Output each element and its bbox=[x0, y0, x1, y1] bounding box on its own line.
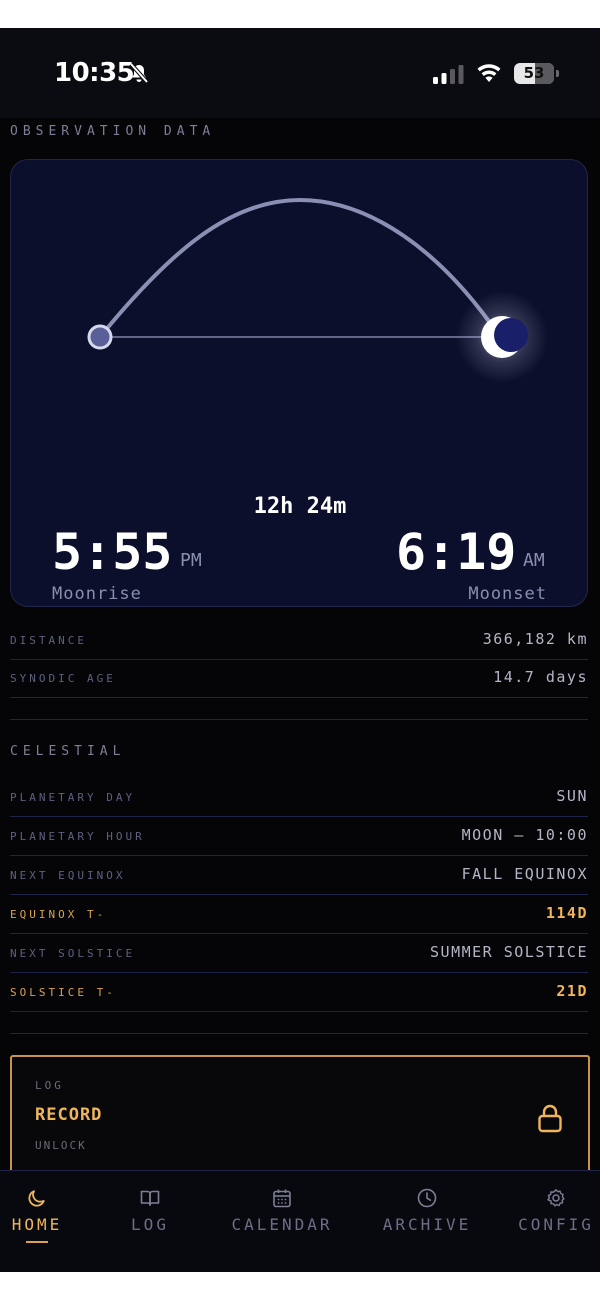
battery-indicator: 53 bbox=[514, 63, 554, 84]
log-card-title: RECORD bbox=[35, 1105, 103, 1125]
moon-visible-duration: 12h 24m bbox=[253, 494, 347, 519]
nav-label: ARCHIVE bbox=[382, 1215, 472, 1234]
celestial-row-planetary-day: PLANETARY DAY SUN bbox=[10, 779, 588, 817]
nav-label: CALENDAR bbox=[231, 1215, 333, 1234]
celestial-row-next-solstice: NEXT SOLSTICE SUMMER SOLSTICE bbox=[10, 935, 588, 973]
celestial-label: NEXT SOLSTICE bbox=[10, 947, 136, 960]
celestial-label: NEXT EQUINOX bbox=[10, 869, 126, 882]
nav-log[interactable]: LOG bbox=[110, 1171, 190, 1272]
moon-path-arc bbox=[98, 197, 502, 339]
celestial-label: SOLSTICE T- bbox=[10, 986, 116, 999]
metric-label: DISTANCE bbox=[10, 634, 87, 647]
moonset-label: Moonset bbox=[468, 584, 547, 604]
moon-shadow bbox=[494, 318, 528, 352]
celestial-value: 114D bbox=[545, 904, 588, 922]
moon-arc-card: 12h 24m 5:55 PM Moonrise 6:19 AM Moonset bbox=[10, 159, 588, 607]
status-bar: 10:35 53 bbox=[0, 28, 600, 118]
metric-value: 14.7 days bbox=[493, 668, 588, 686]
section-divider bbox=[10, 1033, 588, 1034]
nav-calendar[interactable]: CALENDAR bbox=[222, 1171, 342, 1272]
celestial-row-next-equinox: NEXT EQUINOX FALL EQUINOX bbox=[10, 857, 588, 895]
nav-config[interactable]: CONFIG bbox=[512, 1171, 600, 1272]
moonrise-point bbox=[87, 324, 113, 350]
moonset-time: 6:19 bbox=[396, 523, 517, 581]
battery-tip bbox=[556, 70, 559, 77]
moonrise-label: Moonrise bbox=[52, 584, 142, 604]
clock-icon bbox=[417, 1188, 437, 1208]
celestial-value: SUMMER SOLSTICE bbox=[430, 943, 588, 961]
nav-archive[interactable]: ARCHIVE bbox=[376, 1171, 478, 1272]
observation-section-title: OBSERVATION DATA bbox=[10, 124, 216, 139]
metric-row-distance: DISTANCE 366,182 km bbox=[10, 622, 588, 660]
celestial-value: FALL EQUINOX bbox=[461, 865, 588, 883]
section-divider bbox=[10, 719, 588, 720]
celestial-value: MOON — 10:00 bbox=[461, 826, 588, 844]
lock-icon bbox=[538, 1104, 562, 1133]
status-time: 10:35 bbox=[54, 58, 135, 88]
moon-icon bbox=[28, 1190, 45, 1207]
celestial-row-solstice-countdown: SOLSTICE T- 21D bbox=[10, 974, 588, 1012]
book-icon bbox=[140, 1190, 160, 1206]
metric-row-synodic-age: SYNODIC AGE 14.7 days bbox=[10, 660, 588, 698]
nav-label: LOG bbox=[131, 1215, 169, 1234]
battery-percent: 53 bbox=[523, 64, 545, 82]
celestial-label: PLANETARY HOUR bbox=[10, 830, 145, 843]
bottom-navigation: HOME LOG CALENDAR ARCHIVE CONFIG bbox=[0, 1170, 600, 1272]
wifi-icon bbox=[477, 64, 501, 82]
moonrise-time: 5:55 bbox=[52, 523, 173, 581]
log-card-subtitle: UNLOCK bbox=[35, 1139, 87, 1152]
moonrise-ampm: PM bbox=[180, 550, 202, 571]
bell-muted-icon bbox=[129, 62, 149, 84]
celestial-row-planetary-hour: PLANETARY HOUR MOON — 10:00 bbox=[10, 818, 588, 856]
gear-icon bbox=[547, 1189, 565, 1207]
cellular-signal-icon bbox=[433, 65, 464, 84]
celestial-label: PLANETARY DAY bbox=[10, 791, 136, 804]
nav-active-indicator bbox=[26, 1241, 48, 1243]
nav-label: HOME bbox=[11, 1215, 63, 1234]
log-card-kicker: LOG bbox=[35, 1079, 64, 1092]
moonset-ampm: AM bbox=[523, 550, 545, 571]
nav-home[interactable]: HOME bbox=[0, 1171, 74, 1272]
celestial-value: SUN bbox=[556, 787, 588, 805]
nav-label: CONFIG bbox=[518, 1215, 594, 1234]
celestial-section-title: CELESTIAL bbox=[10, 744, 126, 759]
metric-value: 366,182 km bbox=[482, 630, 588, 648]
metric-label: SYNODIC AGE bbox=[10, 672, 116, 685]
celestial-label: EQUINOX T- bbox=[10, 908, 107, 921]
celestial-value: 21D bbox=[556, 982, 588, 1000]
calendar-icon bbox=[273, 1189, 291, 1208]
app-screen: 10:35 53 OBSERVATION DATA 12h 24m 5:55 P… bbox=[0, 28, 600, 1272]
log-record-unlock-card[interactable]: LOG RECORD UNLOCK bbox=[10, 1055, 590, 1185]
celestial-row-equinox-countdown: EQUINOX T- 114D bbox=[10, 896, 588, 934]
